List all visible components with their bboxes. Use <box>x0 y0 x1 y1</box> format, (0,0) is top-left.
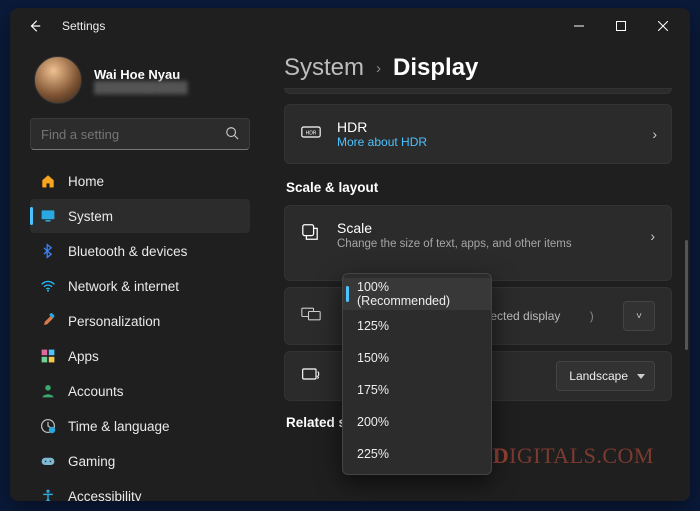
chevron-right-icon: › <box>652 126 657 142</box>
section-scale-layout: Scale & layout <box>286 180 672 195</box>
window-title: Settings <box>62 19 105 33</box>
back-button[interactable] <box>22 13 48 39</box>
scale-icon <box>301 223 321 243</box>
sidebar-item-label: Apps <box>68 349 99 364</box>
sidebar-item-apps[interactable]: Apps <box>30 339 250 373</box>
sidebar-item-accessibility[interactable]: Accessibility <box>30 479 250 501</box>
scale-option[interactable]: 200% <box>343 406 491 438</box>
breadcrumb-current: Display <box>393 54 478 82</box>
sidebar-item-home[interactable]: Home <box>30 164 250 198</box>
sidebar-item-label: System <box>68 209 113 224</box>
hdr-title: HDR <box>337 119 636 135</box>
scale-dropdown: 100% (Recommended)125%150%175%200%225% <box>342 273 492 475</box>
panel-truncated <box>284 88 672 94</box>
clock-icon <box>40 418 56 434</box>
minimize-button[interactable] <box>558 10 600 42</box>
scale-subtitle: Change the size of text, apps, and other… <box>337 238 657 250</box>
svg-text:HDR: HDR <box>306 131 317 137</box>
chevron-right-icon: › <box>376 60 381 77</box>
sidebar-item-time[interactable]: Time & language <box>30 409 250 443</box>
scale-option[interactable]: 175% <box>343 374 491 406</box>
sidebar-item-system[interactable]: System <box>30 199 250 233</box>
bluetooth-icon <box>40 243 56 259</box>
game-icon <box>40 453 56 469</box>
close-button[interactable] <box>642 10 684 42</box>
sidebar-item-label: Accounts <box>68 384 124 399</box>
main-scrollbar[interactable] <box>685 240 688 350</box>
sidebar-item-label: Time & language <box>68 419 170 434</box>
person-icon <box>40 383 56 399</box>
search-input[interactable] <box>41 127 225 142</box>
user-account-row[interactable]: Wai Hoe Nyau ████████████ <box>34 56 250 104</box>
sidebar-item-label: Gaming <box>68 454 115 469</box>
breadcrumb-parent[interactable]: System <box>284 54 364 82</box>
sidebar-item-gaming[interactable]: Gaming <box>30 444 250 478</box>
sidebar-item-network[interactable]: Network & internet <box>30 269 250 303</box>
chevron-right-icon: › <box>650 228 655 244</box>
avatar <box>34 56 82 104</box>
scale-option[interactable]: 125% <box>343 310 491 342</box>
sidebar-item-label: Home <box>68 174 104 189</box>
sidebar-item-label: Bluetooth & devices <box>68 244 187 259</box>
sidebar-item-personalization[interactable]: Personalization <box>30 304 250 338</box>
orientation-icon <box>301 366 321 386</box>
sidebar-nav: Home System Bluetooth & devices Network & i… <box>30 164 250 501</box>
search-box[interactable] <box>30 118 250 150</box>
scale-option[interactable]: 150% <box>343 342 491 374</box>
scale-option[interactable]: 100% (Recommended) <box>343 278 491 310</box>
titlebar: Settings <box>10 8 690 44</box>
wifi-icon <box>40 278 56 294</box>
access-icon <box>40 488 56 501</box>
sidebar: Wai Hoe Nyau ████████████ Home System Blue… <box>10 44 260 501</box>
home-icon <box>40 173 56 189</box>
scale-panel[interactable]: Scale Change the size of text, apps, and… <box>284 205 672 281</box>
hdr-link[interactable]: More about HDR <box>337 135 636 149</box>
settings-window: Settings Wai Hoe Nyau ████████████ <box>10 8 690 501</box>
multiple-displays-icon <box>301 306 321 326</box>
orientation-select[interactable]: Landscape <box>556 361 655 391</box>
sidebar-item-label: Accessibility <box>68 489 142 502</box>
apps-icon <box>40 348 56 364</box>
sidebar-item-accounts[interactable]: Accounts <box>30 374 250 408</box>
breadcrumb: System › Display <box>284 54 672 82</box>
scale-option[interactable]: 225% <box>343 438 491 470</box>
arrow-left-icon <box>28 19 42 33</box>
search-icon <box>225 126 239 143</box>
scale-title: Scale <box>337 220 657 236</box>
user-name: Wai Hoe Nyau <box>94 67 188 82</box>
sidebar-item-bluetooth[interactable]: Bluetooth & devices <box>30 234 250 268</box>
brush-icon <box>40 313 56 329</box>
maximize-button[interactable] <box>600 10 642 42</box>
user-email: ████████████ <box>94 82 188 94</box>
hdr-panel[interactable]: HDR HDR More about HDR › <box>284 104 672 164</box>
system-icon <box>40 208 56 224</box>
chevron-down-icon: ˅ <box>636 311 642 322</box>
orientation-value: Landscape <box>569 369 628 383</box>
sidebar-item-label: Network & internet <box>68 279 179 294</box>
multiple-displays-dropdown[interactable]: ˅ <box>623 301 655 331</box>
sidebar-item-label: Personalization <box>68 314 160 329</box>
window-controls <box>558 10 684 42</box>
hdr-icon: HDR <box>301 124 321 144</box>
